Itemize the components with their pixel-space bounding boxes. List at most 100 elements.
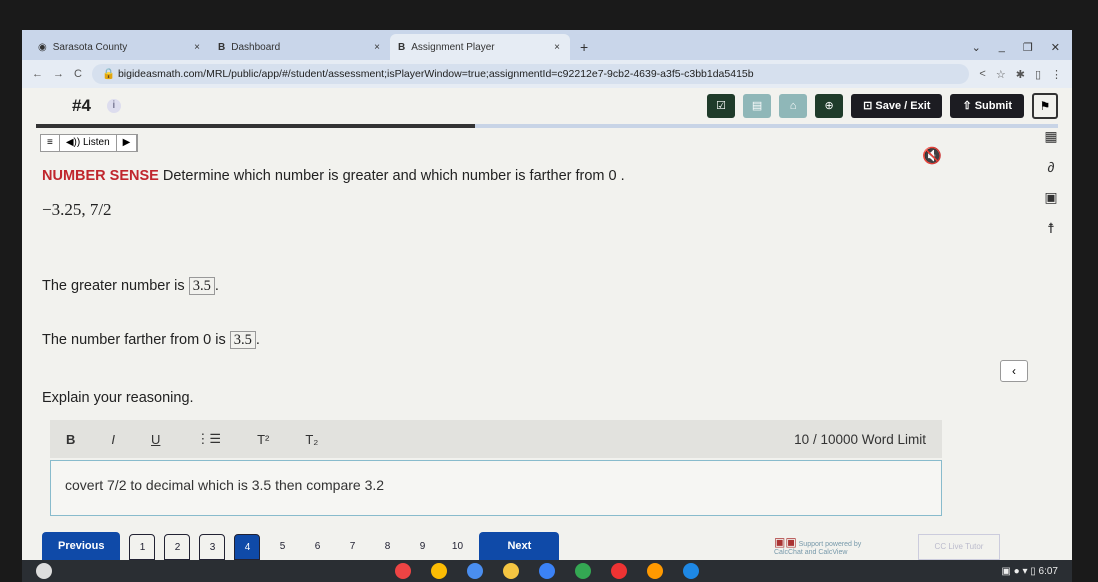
system-tray[interactable]: ▣ ● ▾ ▯ 6:07 — [1001, 566, 1058, 577]
chevron-down-icon[interactable]: ⌄ — [972, 41, 981, 54]
list-button[interactable]: ⋮☰ — [196, 431, 221, 447]
mute-icon[interactable]: 🔇 — [922, 146, 942, 166]
calendar-app-icon[interactable] — [539, 563, 555, 579]
reasoning-textarea[interactable]: covert 7/2 to decimal which is 3.5 then … — [50, 460, 942, 516]
page-7-button[interactable]: 7 — [339, 534, 365, 560]
taskbar: ▣ ● ▾ ▯ 6:07 — [22, 560, 1072, 582]
play-store-icon[interactable] — [575, 563, 591, 579]
question-nav: Previous 1 2 3 4 5 6 7 8 9 10 Next — [42, 530, 560, 560]
share-icon[interactable]: < — [979, 68, 985, 80]
extensions-icon[interactable]: ✱ — [1016, 68, 1025, 81]
listen-button[interactable]: ◀)) Listen — [60, 135, 117, 151]
side-toolbar: ▦ ∂ ▣ ☨ — [1036, 128, 1066, 237]
chrome-icon[interactable] — [431, 563, 447, 579]
page-8-button[interactable]: 8 — [374, 534, 400, 560]
submit-label: Submit — [974, 100, 1012, 112]
page-1-button[interactable]: 1 — [129, 534, 156, 560]
page-5-button[interactable]: 5 — [269, 534, 295, 560]
screen: ◉ Sarasota County × B Dashboard × B Assignmen… — [22, 30, 1072, 560]
page-6-button[interactable]: 6 — [304, 534, 330, 560]
page-2-button[interactable]: 2 — [164, 534, 191, 560]
url-text: bigideasmath.com/MRL/public/app/#/studen… — [117, 68, 754, 80]
tab-assignment-player[interactable]: B Assignment Player × — [390, 34, 570, 60]
tab-label: Sarasota County — [52, 41, 128, 53]
sidepanel-icon[interactable]: ▯ — [1035, 68, 1041, 81]
close-window-icon[interactable]: ✕ — [1051, 41, 1060, 54]
subscript-button[interactable]: T₂ — [305, 432, 318, 447]
support-text: ▣▣ Support powered by CalcChat and CalcV… — [774, 535, 884, 556]
greater-answer-input[interactable]: 3.5 — [188, 277, 215, 295]
accessibility-icon[interactable]: ☨ — [1047, 220, 1055, 237]
flag-icon[interactable]: ⚑ — [1032, 93, 1058, 119]
next-button[interactable]: Next — [479, 532, 560, 560]
save-exit-label: Save / Exit — [875, 100, 931, 112]
progress-fill — [36, 124, 476, 128]
bim-logo-icon: B — [398, 41, 406, 53]
calculator-icon[interactable]: ▦ — [1044, 128, 1057, 145]
bim-logo-icon: B — [218, 41, 226, 53]
files-icon[interactable] — [683, 563, 699, 579]
help-icon[interactable]: ⊕ — [815, 94, 844, 118]
classroom-icon[interactable] — [503, 563, 519, 579]
close-icon[interactable]: × — [554, 42, 560, 53]
farther-answer-input[interactable]: 3.5 — [229, 331, 256, 349]
question-number: #4 — [72, 96, 91, 115]
underline-button[interactable]: U — [151, 432, 160, 447]
minimize-icon[interactable]: _ — [999, 41, 1005, 54]
bold-button[interactable]: B — [66, 432, 75, 447]
greater-row: The greater number is 3.5. — [42, 277, 219, 295]
star-icon[interactable]: ☆ — [996, 68, 1006, 81]
question-tag: NUMBER SENSE — [42, 168, 159, 184]
hint-icon[interactable]: ⌂ — [779, 94, 808, 118]
prompt-text: Determine which number is greater and wh… — [162, 168, 625, 184]
page-10-button[interactable]: 10 — [444, 534, 470, 560]
tab-bar: ◉ Sarasota County × B Dashboard × B Assignmen… — [22, 30, 1072, 60]
tab-sarasota[interactable]: ◉ Sarasota County × — [30, 34, 210, 60]
clock: 6:07 — [1038, 565, 1058, 577]
word-limit: 10 / 10000 Word Limit — [794, 431, 926, 447]
formula-icon[interactable]: ∂ — [1048, 159, 1055, 175]
numbers: −3.25, 7/2 — [42, 200, 112, 219]
gmail-icon[interactable] — [395, 563, 411, 579]
submit-button[interactable]: ⇧ Submit — [950, 94, 1024, 118]
greater-label: The greater number is — [42, 278, 185, 294]
live-tutor-button[interactable]: CC Live Tutor — [918, 534, 1000, 560]
menu-icon[interactable]: ≡ — [41, 135, 60, 151]
tab-dashboard[interactable]: B Dashboard × — [210, 34, 390, 60]
tab-label: Assignment Player — [411, 41, 495, 53]
launcher-icon[interactable] — [36, 563, 52, 579]
farther-label: The number farther from 0 is — [42, 332, 226, 348]
globe-icon: ◉ — [38, 41, 47, 53]
question-prompt: NUMBER SENSE Determine which number is g… — [42, 168, 625, 184]
superscript-button[interactable]: T² — [257, 432, 269, 447]
calendar-icon[interactable]: ▣ — [1044, 189, 1057, 206]
close-icon[interactable]: × — [194, 42, 200, 53]
address-bar: ← → C 🔒 bigideasmath.com/MRL/public/app/#/… — [22, 60, 1072, 88]
url-input[interactable]: 🔒 bigideasmath.com/MRL/public/app/#/stud… — [91, 64, 970, 84]
new-tab-button[interactable]: + — [570, 34, 598, 60]
restore-icon[interactable]: ❐ — [1023, 41, 1033, 54]
editor-toolbar: B I U ⋮☰ T² T₂ 10 / 10000 Word Limit — [50, 420, 942, 458]
page-9-button[interactable]: 9 — [409, 534, 435, 560]
page-3-button[interactable]: 3 — [199, 534, 226, 560]
reload-icon[interactable]: C — [74, 68, 82, 80]
explain-label: Explain your reasoning. — [42, 390, 194, 406]
previous-button[interactable]: Previous — [42, 532, 121, 560]
photos-icon[interactable] — [647, 563, 663, 579]
save-exit-button[interactable]: ⊡ Save / Exit — [851, 94, 943, 118]
info-icon[interactable]: i — [106, 99, 121, 113]
forward-icon[interactable]: → — [53, 68, 64, 80]
listen-control[interactable]: ≡ ◀)) Listen ▶ — [40, 134, 139, 152]
close-icon[interactable]: × — [374, 42, 380, 53]
italic-button[interactable]: I — [111, 432, 115, 447]
rich-text-editor: B I U ⋮☰ T² T₂ 10 / 10000 Word Limit cov… — [50, 420, 942, 518]
notes-icon[interactable]: ▤ — [743, 94, 772, 118]
page-4-button[interactable]: 4 — [234, 534, 261, 560]
collapse-button[interactable]: ‹ — [1000, 360, 1028, 382]
messages-icon[interactable] — [467, 563, 483, 579]
back-icon[interactable]: ← — [32, 68, 43, 80]
menu-icon[interactable]: ⋮ — [1051, 68, 1062, 81]
play-icon[interactable]: ▶ — [117, 135, 138, 151]
youtube-icon[interactable] — [611, 563, 627, 579]
checklist-icon[interactable]: ☑ — [707, 94, 736, 118]
